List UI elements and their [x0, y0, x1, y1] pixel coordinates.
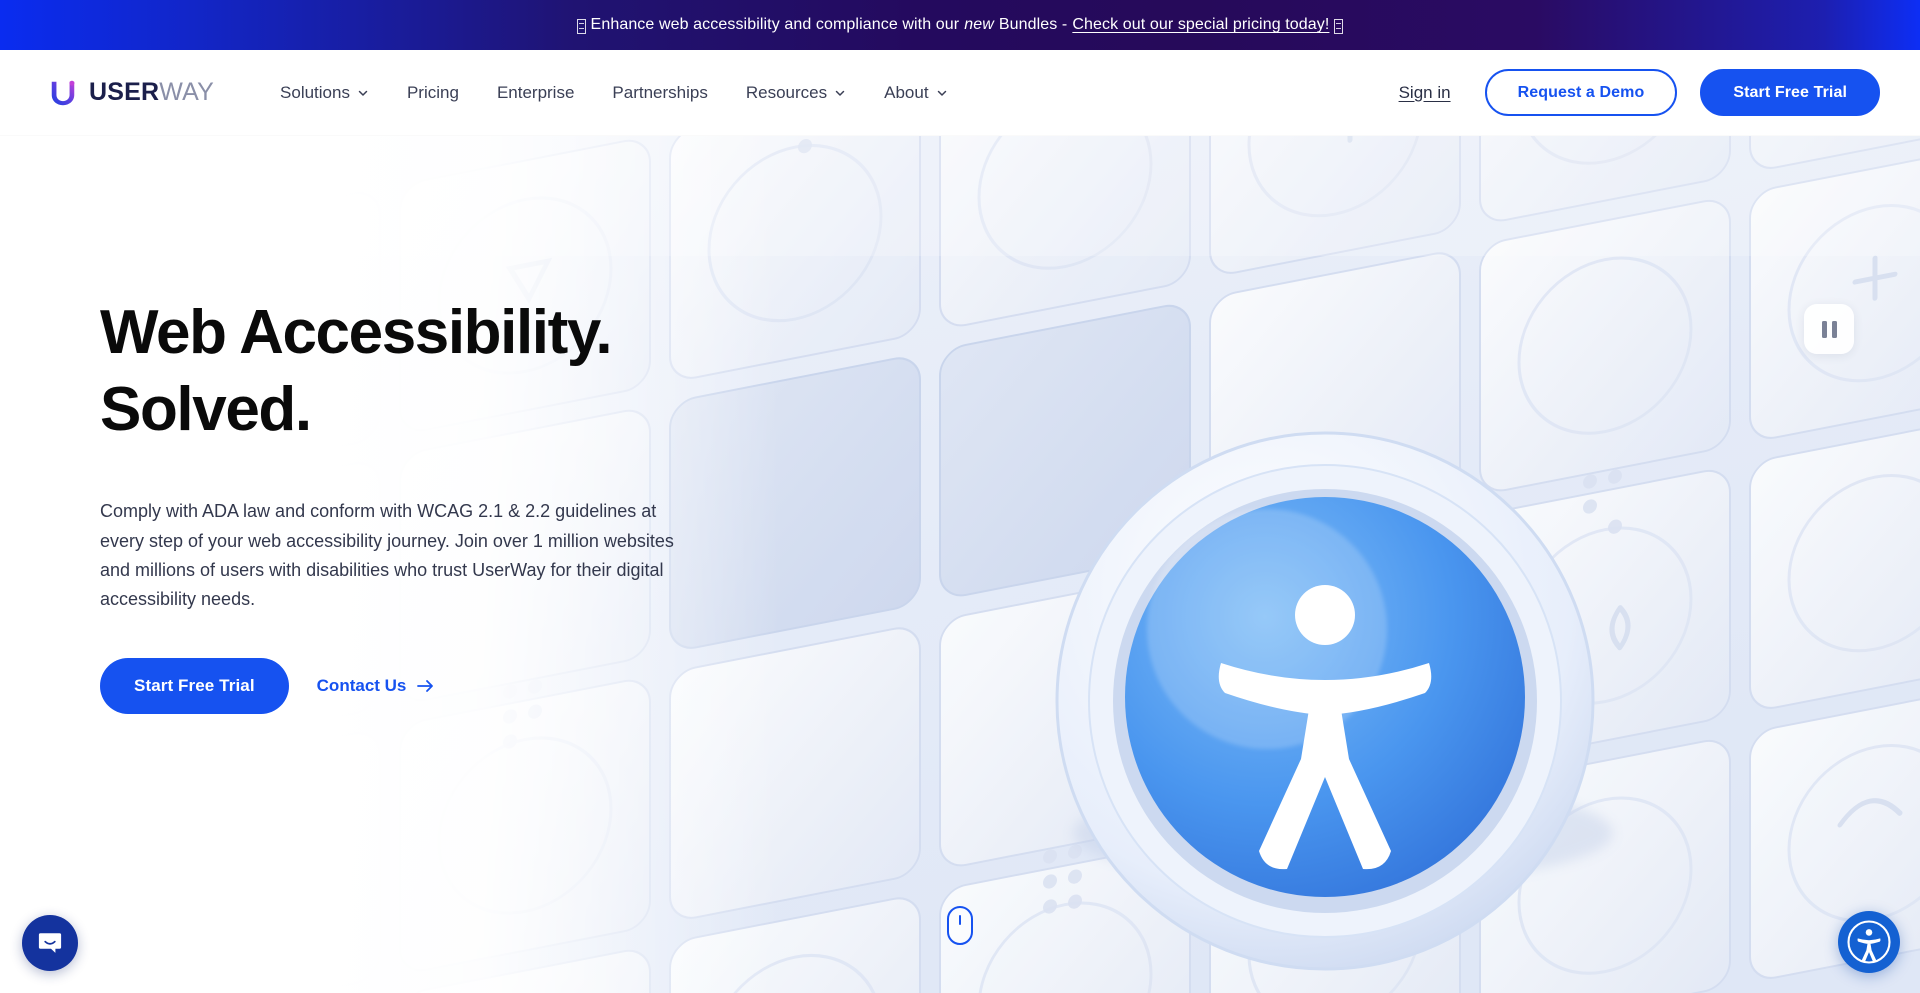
scroll-down-indicator[interactable] — [947, 906, 973, 945]
chevron-down-icon — [834, 87, 846, 99]
sparkle-icon — [576, 18, 586, 34]
chat-launcher-button[interactable] — [22, 915, 78, 971]
promo-banner: Enhance web accessibility and compliance… — [0, 0, 1920, 50]
hero-heading-line1: Web Accessibility. — [100, 298, 613, 367]
hero-paragraph: Comply with ADA law and conform with WCA… — [100, 501, 674, 609]
main-navbar: USER WAY Solutions Pricing Enterprise Pa… — [0, 50, 1920, 136]
start-free-trial-button-nav[interactable]: Start Free Trial — [1700, 69, 1880, 116]
nav-item-label: Resources — [745, 82, 828, 102]
nav-actions: Sign in Request a Demo Start Free Trial — [1399, 69, 1880, 116]
nav-item-label: Enterprise — [496, 82, 575, 102]
promo-emphasis: new — [964, 16, 994, 33]
nav-item-enterprise[interactable]: Enterprise — [478, 73, 593, 113]
logo-text-way: WAY — [159, 78, 215, 106]
hero-cta-group: Start Free Trial Contact Us — [100, 657, 700, 714]
hero-heading-line2: Solved. — [100, 374, 312, 444]
nav-item-label: Solutions — [280, 82, 350, 102]
logo-text-user: USER — [89, 78, 160, 106]
pause-button[interactable] — [1804, 304, 1854, 354]
start-free-trial-button-hero[interactable]: Start Free Trial — [100, 657, 289, 714]
nav-item-label: Pricing — [406, 82, 459, 102]
nav-links: Solutions Pricing Enterprise Partnership… — [261, 73, 967, 113]
pause-icon-bar-left — [1821, 320, 1827, 338]
promo-pricing-link[interactable]: Check out our special pricing today! — [1072, 16, 1329, 34]
accessibility-person-icon — [1847, 920, 1891, 964]
chevron-down-icon — [357, 87, 369, 99]
accessibility-widget-button[interactable] — [1838, 911, 1900, 973]
hero-content: Web Accessibility. Solved. Comply with A… — [100, 298, 700, 714]
pause-icon-bar-right — [1831, 320, 1837, 338]
contact-us-link[interactable]: Contact Us — [317, 676, 435, 696]
page-title: Web Accessibility. Solved. — [100, 298, 700, 445]
nav-item-label: About — [884, 82, 929, 102]
scroll-mouse-wheel-icon — [958, 915, 962, 925]
chevron-down-icon — [936, 87, 948, 99]
promo-text-before: Enhance web accessibility and compliance… — [590, 16, 960, 33]
nav-item-pricing[interactable]: Pricing — [388, 73, 478, 113]
promo-text-mid: Bundles - — [998, 16, 1068, 33]
sign-in-link[interactable]: Sign in — [1399, 83, 1451, 103]
logo-wordmark: USER WAY — [89, 80, 214, 105]
sparkle-icon-end — [1334, 18, 1344, 34]
nav-item-partnerships[interactable]: Partnerships — [593, 73, 726, 113]
nav-item-solutions[interactable]: Solutions — [261, 73, 388, 113]
userway-logo[interactable]: USER WAY — [48, 78, 214, 108]
nav-item-resources[interactable]: Resources — [727, 73, 865, 113]
hero-section: Web Accessibility. Solved. Comply with A… — [0, 136, 1920, 993]
userway-u-logo-icon — [48, 78, 78, 108]
arrow-right-icon — [417, 679, 434, 693]
promo-banner-content: Enhance web accessibility and compliance… — [576, 16, 1344, 34]
nav-item-label: Partnerships — [612, 82, 708, 102]
request-demo-button[interactable]: Request a Demo — [1484, 69, 1678, 116]
chat-bubble-icon — [38, 933, 62, 953]
nav-item-about[interactable]: About — [865, 73, 966, 113]
contact-us-label: Contact Us — [316, 675, 407, 695]
